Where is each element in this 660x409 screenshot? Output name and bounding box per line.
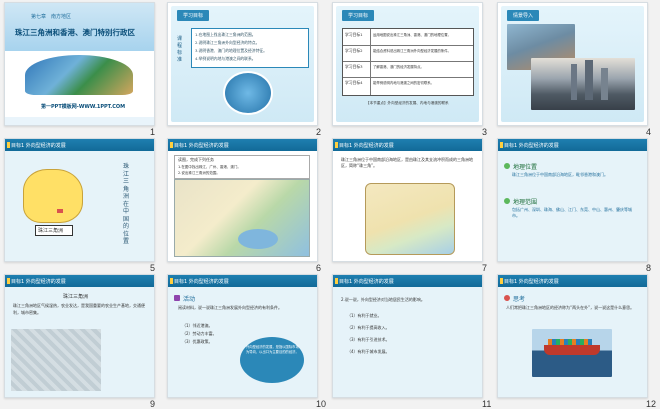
aerial-photo <box>11 329 101 391</box>
answer-line: （1）有利于就业。 <box>347 313 382 318</box>
prd-region-map <box>365 183 455 255</box>
slide-thumbnail-9[interactable]: 目标1 外向型经济的发展 珠江三角洲 珠江三角洲地区气候湿热，农业发达，是我国重… <box>4 274 155 398</box>
table-row-text: 能举例说明内地与港澳之间的密切联系。 <box>373 81 435 85</box>
slide-header: 目标1 外向型经济的发展 <box>333 275 482 287</box>
standard-line: 4.举例说明内地与港澳之间的联系。 <box>195 56 256 61</box>
think-label: 思考 <box>513 296 526 303</box>
china-map <box>23 169 83 223</box>
table-row-label: 学习目标3 <box>345 64 363 69</box>
task-box: 读图，完成下列任务 1.在图中找出珠江、广州、香港、澳门。 2.说出珠江三角洲的… <box>174 155 310 179</box>
slide-thumbnail-2[interactable]: 学习目标 课程标准 1.在地图上找出珠江三角洲的范围。 2.说明珠江三角洲外向型… <box>167 2 318 126</box>
activity-icon <box>174 295 180 301</box>
task-line: 2.说出珠江三角洲的范围。 <box>178 171 220 175</box>
table-row-label: 学习目标1 <box>345 32 363 37</box>
caption: 珠江三角洲 <box>63 294 89 300</box>
section-tag: 情景导入 <box>507 10 540 21</box>
slide-number: 12 <box>646 399 657 409</box>
item-title: 地理位置 <box>513 164 538 171</box>
slide-thumbnail-7[interactable]: 目标1 外向型经济的发展 珠江三角洲位于中国南部沿海地区，是由珠江及其支流冲积而… <box>332 138 483 262</box>
bubble-text: 外向型经济的发展，是指以国际市场为导向，以出口为主要目的的经济。 <box>246 345 299 354</box>
vertical-caption: 珠江三角洲在中国的位置 <box>123 163 130 245</box>
table-row-label: 学习目标2 <box>345 48 363 53</box>
slide-number: 9 <box>150 399 156 409</box>
table-row-text: 了解香港、澳门的经济发展特点。 <box>373 65 424 69</box>
slide-thumbnail-5[interactable]: 目标1 外向型经济的发展 珠江三角洲 珠江三角洲在中国的位置 <box>4 138 155 262</box>
table-row-text: 能结合资料说出珠江三角洲外向型经济发展的条件。 <box>373 49 451 53</box>
chapter-label: 第七章 南方地区 <box>31 14 72 20</box>
slide-thumbnail-10[interactable]: 目标1 外向型经济的发展 活动 阅读材料，说一说珠江三角洲发展外向型经济的有利条… <box>167 274 318 398</box>
think-text: 人们常把珠江三角洲地区的经济称为“两头在外”，说一说这是什么意思。 <box>506 305 635 310</box>
bridge-illustration <box>223 71 273 115</box>
table-row-text: 运用地图说出珠江三角洲、香港、澳门的地理位置。 <box>373 33 451 37</box>
landscape-photo <box>25 55 133 95</box>
slide-thumbnail-8[interactable]: 目标1 外向型经济的发展 地理位置 珠江三角洲位于中国南部沿海地区，毗邻香港和澳… <box>497 138 648 262</box>
slide-number: 11 <box>482 399 492 409</box>
activity-line: （2）劳动力丰富。 <box>182 331 217 336</box>
slide-thumbnail-4[interactable]: 情景导入 <box>497 2 648 126</box>
map-label-box: 珠江三角洲 <box>35 225 73 236</box>
slide-panel: 学习目标 学习目标1 运用地图说出珠江三角洲、香港、澳门的地理位置。 学习目标2… <box>336 6 479 122</box>
item-text: 包括广州、深圳、珠海、佛山、江门、东莞、中山、惠州、肇庆等城市。 <box>512 207 632 218</box>
slide-header: 目标1 外向型经济的发展 <box>333 139 482 151</box>
slide-number: 7 <box>482 263 488 273</box>
slide-number: 10 <box>316 399 327 409</box>
activity-line: （1）邻近港澳。 <box>182 323 213 328</box>
slide-header: 目标1 外向型经济的发展 <box>498 275 647 287</box>
question-line: 2.说一说，外向型经济对当地居民生活的影响。 <box>341 297 425 302</box>
side-label: 课程标准 <box>177 36 183 63</box>
slide-thumbnail-12[interactable]: 目标1 外向型经济的发展 思考 人们常把珠江三角洲地区的经济称为“两头在外”，说… <box>497 274 648 398</box>
prd-marker <box>57 209 63 213</box>
speech-bubble <box>240 337 304 383</box>
slide-number: 3 <box>482 127 488 137</box>
standards-box: 1.在地图上找出珠江三角洲的范围。 2.说明珠江三角洲外向型经济的特点。 3.说… <box>191 28 309 68</box>
item-title: 地理范围 <box>513 199 538 206</box>
slide-thumbnail-1[interactable]: 第七章 南方地区 珠江三角洲和香港、澳门特别行政区 第一PPT模板网-WWW.1… <box>4 2 155 126</box>
bullet-icon <box>504 198 510 204</box>
answer-line: （4）有利于城市发展。 <box>347 349 390 354</box>
slide-number: 8 <box>646 263 652 273</box>
body-text: 珠江三角洲地区气候湿热，农业发达，是我国重要的农业生产基地，交通便利，城市密集。 <box>13 303 145 315</box>
footer-text: 第一PPT模板网-WWW.1PPT.COM <box>41 104 126 110</box>
slide-panel: 学习目标 课程标准 1.在地图上找出珠江三角洲的范围。 2.说明珠江三角洲外向型… <box>171 6 314 122</box>
slide-header: 目标1 外向型经济的发展 <box>5 275 154 287</box>
standard-line: 3.说明香港、澳门的地理位置及经济特征。 <box>195 48 267 53</box>
think-icon <box>504 295 510 301</box>
slide-number: 2 <box>316 127 322 137</box>
standard-line: 1.在地图上找出珠江三角洲的范围。 <box>195 32 256 37</box>
slide-header: 目标1 外向型经济的发展 <box>168 275 317 287</box>
section-tag: 学习目标 <box>342 10 375 21</box>
slide-header: 目标1 外向型经济的发展 <box>498 139 647 151</box>
intro-text: 珠江三角洲位于中国南部沿海地区，是由珠江及其支流冲积而成的三角洲地区，简称“珠三… <box>341 157 473 168</box>
slide-header: 目标1 外向型经济的发展 <box>168 139 317 151</box>
answer-line: （2）有利于提高收入。 <box>347 325 390 330</box>
slide-number: 1 <box>150 127 156 137</box>
slide-thumbnail-3[interactable]: 学习目标 学习目标1 运用地图说出珠江三角洲、香港、澳门的地理位置。 学习目标2… <box>332 2 483 126</box>
slide-number: 4 <box>646 127 652 137</box>
slide-header: 目标1 外向型经济的发展 <box>5 139 154 151</box>
slide-title: 珠江三角洲和香港、澳门特别行政区 <box>15 28 135 37</box>
answer-line: （3）有利于引进技术。 <box>347 337 390 342</box>
slide-number: 5 <box>150 263 156 273</box>
section-tag: 学习目标 <box>177 10 210 21</box>
objectives-table: 学习目标1 运用地图说出珠江三角洲、香港、澳门的地理位置。 学习目标2 能结合资… <box>342 28 474 96</box>
table-row-label: 学习目标4 <box>345 80 363 85</box>
slide-thumbnail-11[interactable]: 目标1 外向型经济的发展 2.说一说，外向型经济对当地居民生活的影响。 （1）有… <box>332 274 483 398</box>
activity-line: （3）优惠政策。 <box>182 339 213 344</box>
slide-thumbnail-6[interactable]: 目标1 外向型经济的发展 读图，完成下列任务 1.在图中找出珠江、广州、香港、澳… <box>167 138 318 262</box>
task-title: 读图，完成下列任务 <box>178 157 214 162</box>
city-photo-bottom <box>531 58 635 110</box>
map-label: 珠江三角洲 <box>38 228 64 234</box>
focus-note: 【本节重点】外向型经济的发展、内地与港澳的联系 <box>366 101 449 105</box>
activity-label: 活动 <box>183 296 196 303</box>
slide-number: 6 <box>316 263 322 273</box>
bullet-icon <box>504 163 510 169</box>
activity-line: 阅读材料，说一说珠江三角洲发展外向型经济的有利条件。 <box>178 305 282 310</box>
item-text: 珠江三角洲位于中国南部沿海地区，毗邻香港和澳门。 <box>512 172 608 177</box>
standard-line: 2.说明珠江三角洲外向型经济的特点。 <box>195 40 260 45</box>
slide-panel: 情景导入 <box>501 6 644 122</box>
